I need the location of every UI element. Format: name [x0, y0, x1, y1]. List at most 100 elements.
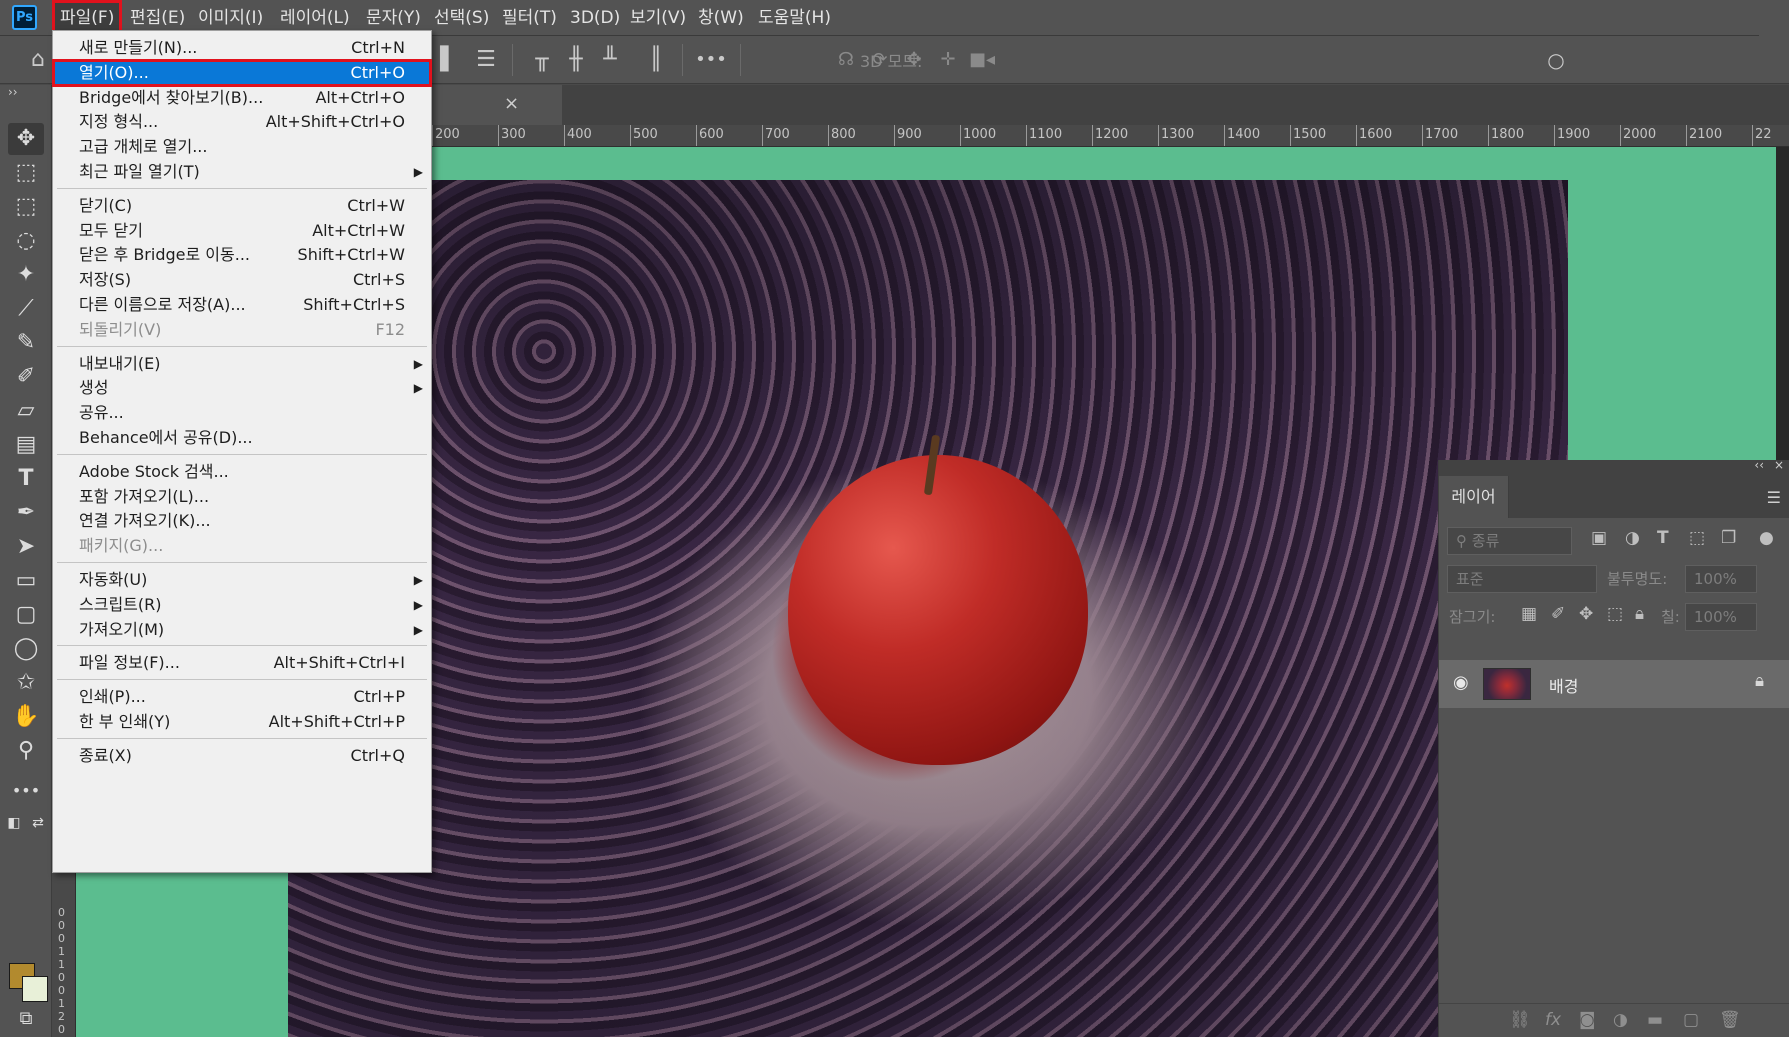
menu-help[interactable]: 도움말(H): [750, 0, 839, 36]
ellipse-tool-icon[interactable]: ◯: [8, 633, 44, 665]
menu-item[interactable]: 생성 ▶: [53, 375, 431, 401]
lock-transparent-icon[interactable]: ▦: [1521, 604, 1537, 624]
menu-item[interactable]: 열기(O)... Ctrl+O: [52, 58, 432, 87]
smart-object-filter-icon[interactable]: ❐: [1721, 528, 1736, 548]
default-colors-icon[interactable]: ◧: [4, 807, 24, 839]
lock-artboard-icon[interactable]: ⬚: [1607, 604, 1623, 624]
visibility-eye-icon[interactable]: ◉: [1453, 672, 1469, 693]
3d-slide-icon[interactable]: ✛: [932, 44, 964, 76]
menu-item[interactable]: 닫기(C) Ctrl+W: [53, 193, 431, 219]
crop-tool-icon[interactable]: ⟋: [8, 293, 44, 325]
layer-kind-filter[interactable]: ⚲ 종류: [1447, 527, 1572, 555]
menu-item[interactable]: 닫은 후 Bridge로 이동... Shift+Ctrl+W: [53, 242, 431, 268]
shape-filter-icon[interactable]: ⬚: [1689, 528, 1705, 548]
tab-layers[interactable]: 레이어: [1439, 476, 1509, 518]
blend-mode-select[interactable]: 표준: [1447, 565, 1597, 593]
document-image[interactable]: [288, 180, 1568, 1037]
swap-colors-icon[interactable]: ⇄: [28, 807, 48, 839]
custom-shape-tool-icon[interactable]: ✩: [8, 667, 44, 699]
menu-item[interactable]: 파일 정보(F)... Alt+Shift+Ctrl+I: [53, 650, 431, 676]
menu-item[interactable]: 스크립트(R) ▶: [53, 592, 431, 618]
menu-item[interactable]: 저장(S) Ctrl+S: [53, 267, 431, 293]
3d-roll-icon[interactable]: ⟳: [864, 44, 896, 76]
distribute-horizontal-icon[interactable]: ║: [640, 44, 672, 76]
menu-item[interactable]: 인쇄(P)... Ctrl+P: [53, 684, 431, 710]
move-tool-icon[interactable]: ✥: [8, 123, 44, 155]
panel-menu-icon[interactable]: ☰: [1767, 488, 1781, 507]
zoom-tool-icon[interactable]: ⚲: [8, 735, 44, 767]
artboard-tool-icon[interactable]: ⬚: [8, 157, 44, 189]
layer-row[interactable]: ◉ 배경 🔒︎: [1439, 660, 1789, 708]
eyedropper-tool-icon[interactable]: ✎: [8, 327, 44, 359]
pixel-filter-icon[interactable]: ▣: [1591, 528, 1607, 548]
menu-item[interactable]: Behance에서 공유(D)...: [53, 425, 431, 451]
fill-input[interactable]: 100%: [1685, 603, 1757, 631]
pen-tool-icon[interactable]: ✒: [8, 497, 44, 529]
align-middle-icon[interactable]: ╫: [560, 44, 592, 76]
background-color-swatch[interactable]: [22, 976, 48, 1002]
layer-name[interactable]: 배경: [1549, 673, 1578, 697]
filter-toggle-icon[interactable]: ●: [1759, 528, 1774, 548]
menu-item[interactable]: 모두 닫기 Alt+Ctrl+W: [53, 218, 431, 244]
close-panel-icon[interactable]: ×: [1774, 458, 1784, 472]
new-layer-icon[interactable]: ▢: [1683, 1010, 1699, 1030]
menu-filter[interactable]: 필터(T): [494, 0, 565, 36]
rectangle-tool-icon[interactable]: ▭: [8, 565, 44, 597]
menu-window[interactable]: 창(W): [690, 0, 752, 36]
opacity-input[interactable]: 100%: [1685, 565, 1757, 593]
trash-icon[interactable]: 🗑︎: [1719, 1010, 1741, 1030]
more-options-icon[interactable]: •••: [695, 44, 727, 76]
add-mask-icon[interactable]: ◙: [1579, 1010, 1596, 1030]
window-control[interactable]: [1759, 0, 1789, 36]
lock-image-icon[interactable]: ✐: [1551, 604, 1565, 624]
menu-item[interactable]: Bridge에서 찾아보기(B)... Alt+Ctrl+O: [53, 85, 431, 111]
group-folder-icon[interactable]: ▬: [1647, 1010, 1663, 1030]
menu-view[interactable]: 보기(V): [622, 0, 694, 36]
lock-icon[interactable]: 🔒︎: [1755, 671, 1764, 691]
type-filter-icon[interactable]: T: [1657, 528, 1669, 548]
brush-tool-icon[interactable]: ✐: [8, 361, 44, 393]
path-selection-tool-icon[interactable]: ➤: [8, 531, 44, 563]
menu-item[interactable]: 내보내기(E) ▶: [53, 351, 431, 377]
document-tab[interactable]: [432, 85, 562, 125]
menu-item[interactable]: 포함 가져오기(L)...: [53, 484, 431, 510]
align-bottom-icon[interactable]: ╨: [594, 44, 626, 76]
distribute-icon[interactable]: ☰: [470, 44, 502, 76]
menu-3d[interactable]: 3D(D): [562, 0, 628, 36]
search-icon[interactable]: ○: [1540, 44, 1572, 76]
collapse-panel-icon[interactable]: ‹‹: [1754, 458, 1764, 472]
lock-all-icon[interactable]: 🔒︎: [1635, 604, 1644, 624]
more-tools-icon[interactable]: •••: [8, 775, 44, 807]
3d-orbit-icon[interactable]: ☊: [830, 44, 862, 76]
home-icon[interactable]: ⌂: [22, 44, 54, 76]
menu-item[interactable]: 새로 만들기(N)... Ctrl+N: [53, 35, 431, 61]
menu-item[interactable]: 다른 이름으로 저장(A)... Shift+Ctrl+S: [53, 292, 431, 318]
menu-item[interactable]: 연결 가져오기(K)...: [53, 508, 431, 534]
menu-item[interactable]: 고급 개체로 열기...: [53, 134, 431, 160]
menu-item[interactable]: 공유...: [53, 400, 431, 426]
3d-camera-icon[interactable]: ■◂: [966, 44, 998, 76]
adjustment-filter-icon[interactable]: ◑: [1625, 528, 1640, 548]
marquee-tool-icon[interactable]: ⬚: [8, 191, 44, 223]
3d-pan-icon[interactable]: ✥: [898, 44, 930, 76]
screen-mode-icon[interactable]: ⧉: [8, 1003, 44, 1035]
menu-item[interactable]: 최근 파일 열기(T) ▶: [53, 159, 431, 185]
fx-icon[interactable]: fx: [1545, 1010, 1561, 1030]
menu-item[interactable]: 가져오기(M) ▶: [53, 617, 431, 643]
link-layers-icon[interactable]: ⛓: [1509, 1010, 1531, 1030]
eraser-tool-icon[interactable]: ▱: [8, 395, 44, 427]
menu-select[interactable]: 선택(S): [426, 0, 497, 36]
rounded-rectangle-tool-icon[interactable]: ▢: [8, 599, 44, 631]
adjustment-layer-icon[interactable]: ◑: [1613, 1010, 1628, 1030]
lasso-tool-icon[interactable]: ◌: [8, 225, 44, 257]
gradient-tool-icon[interactable]: ▤: [8, 429, 44, 461]
expand-icon[interactable]: ››: [8, 85, 18, 99]
menu-item[interactable]: 한 부 인쇄(Y) Alt+Shift+Ctrl+P: [53, 709, 431, 735]
menu-item[interactable]: 자동화(U) ▶: [53, 567, 431, 593]
hand-tool-icon[interactable]: ✋: [8, 701, 44, 733]
align-top-icon[interactable]: ╥: [526, 44, 558, 76]
lock-position-icon[interactable]: ✥: [1579, 604, 1593, 624]
menu-item[interactable]: Adobe Stock 검색...: [53, 459, 431, 485]
magic-wand-tool-icon[interactable]: ✦: [8, 259, 44, 291]
menu-item[interactable]: 지정 형식... Alt+Shift+Ctrl+O: [53, 109, 431, 135]
